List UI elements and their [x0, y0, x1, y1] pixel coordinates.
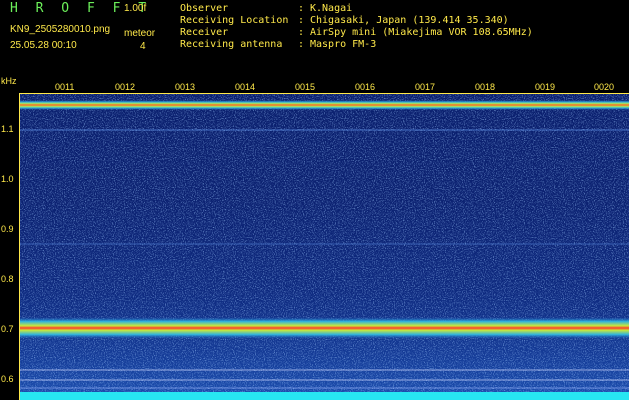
version-label: 1.00f: [124, 3, 147, 14]
info-receiver: Receiver: AirSpy mini (Miakejima VOR 108…: [180, 27, 533, 38]
x-label-0020: 0020: [594, 82, 615, 92]
x-label-0019: 0019: [535, 82, 556, 92]
spectrogram-plot: [20, 94, 629, 400]
spectrogram-noise: [20, 94, 629, 400]
x-label-0017: 0017: [415, 82, 436, 92]
x-label-0014: 0014: [235, 82, 256, 92]
y-label-1-1: 1.1: [1, 124, 14, 134]
x-label-0011: 0011: [55, 82, 75, 92]
carrier-band-upper: [20, 100, 629, 110]
axis-unit-label: kHz: [1, 76, 17, 86]
carrier-band-main: [20, 317, 629, 339]
y-label-0-9: 0.9: [1, 224, 14, 234]
meteor-label: meteor: [124, 28, 156, 39]
station-info: Observer: K.Nagai Receiving Location: Ch…: [180, 3, 533, 51]
x-label-0016: 0016: [355, 82, 376, 92]
datetime-label: 25.05.28 00:10: [10, 40, 77, 51]
spectrogram-svg: [20, 94, 629, 400]
header-panel: H R O F F T 1.00f KN9_2505280010.png met…: [0, 0, 629, 78]
info-location: Receiving Location: Chigasaki, Japan (13…: [180, 15, 509, 26]
y-label-0-8: 0.8: [1, 274, 14, 284]
filename-label: KN9_2505280010.png: [10, 24, 111, 35]
y-label-1-0: 1.0: [1, 174, 14, 184]
x-label-0015: 0015: [295, 82, 316, 92]
x-label-0012: 0012: [115, 82, 136, 92]
info-antenna: Receiving antenna: Maspro FM-3: [180, 39, 377, 50]
y-label-0-6: 0.6: [1, 374, 14, 384]
x-label-0018: 0018: [475, 82, 496, 92]
x-label-0013: 0013: [175, 82, 196, 92]
meteor-count: 4: [140, 41, 146, 52]
info-observer: Observer: K.Nagai: [180, 3, 353, 14]
y-label-0-7: 0.7: [1, 324, 14, 334]
baseline-band: [20, 392, 629, 400]
